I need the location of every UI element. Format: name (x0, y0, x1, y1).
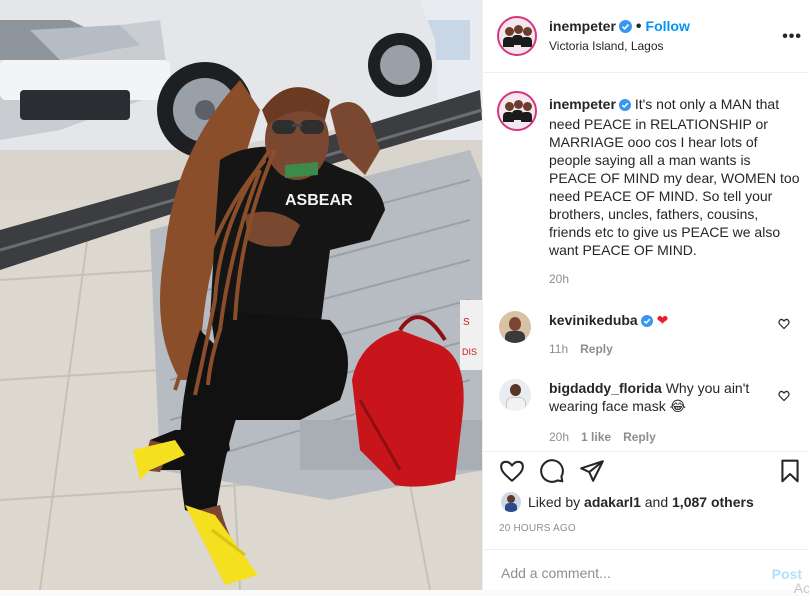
caption-avatar[interactable] (497, 91, 537, 131)
svg-text:DIS: DIS (462, 347, 477, 357)
author-avatar[interactable] (497, 16, 537, 56)
comments-list[interactable]: inempeter It's not only a MAN that need … (483, 73, 809, 451)
separator-dot: • (635, 18, 642, 35)
likes-and: and (644, 494, 669, 510)
comment-username[interactable]: kevinikeduba (549, 312, 638, 328)
comment-like-icon[interactable] (778, 389, 790, 407)
comment-text: ❤ (656, 312, 669, 328)
likes-summary: Liked by adakarl1 and 1,087 others (528, 494, 754, 510)
heart-icon[interactable] (499, 458, 525, 489)
comment-meta: 20h 1 like Reply (549, 430, 668, 444)
overflow-text: Ac (793, 580, 809, 596)
comment-avatar[interactable] (499, 379, 531, 411)
follow-button[interactable]: Follow (646, 18, 690, 34)
caption-text: It's not only a MAN that need PEACE in R… (549, 96, 800, 258)
post-actions: Liked by adakarl1 and 1,087 others 20 HO… (483, 451, 809, 534)
comment-like-icon[interactable] (778, 317, 790, 335)
verified-badge-icon (618, 97, 631, 115)
post-details-pane: inempeter • Follow Victoria Island, Lagos … (482, 0, 809, 596)
comment-input[interactable] (499, 560, 763, 586)
comment-avatar[interactable] (499, 311, 531, 343)
post-photo[interactable]: S DIS ASBEAR (0, 0, 482, 590)
shirt-print: ASBEAR (285, 192, 353, 209)
likes-count[interactable]: 1,087 others (672, 494, 754, 510)
verified-badge-icon (618, 20, 632, 38)
post-header: inempeter • Follow Victoria Island, Lagos … (483, 0, 809, 73)
more-options-button[interactable]: ••• (782, 28, 802, 46)
liked-by-user[interactable]: adakarl1 (584, 494, 641, 510)
caption-username[interactable]: inempeter (549, 96, 616, 112)
svg-text:S: S (463, 317, 470, 328)
comment-time[interactable]: 20h (549, 430, 569, 444)
post-photo-illustration: S DIS ASBEAR (0, 0, 482, 590)
verified-badge-icon (640, 313, 653, 331)
comment-item: kevinikeduba ❤ (549, 311, 774, 331)
bookmark-icon[interactable] (777, 458, 803, 489)
comment-item: bigdaddy_florida Why you ain't wearing f… (549, 379, 774, 415)
comment-likes[interactable]: 1 like (581, 430, 611, 444)
instagram-post: S DIS ASBEAR inempeter • Follow Victoria… (0, 0, 809, 596)
likes-prefix: Liked by (528, 494, 581, 510)
caption-time[interactable]: 20h (549, 272, 569, 286)
reply-button[interactable]: Reply (580, 342, 613, 356)
share-icon[interactable] (579, 458, 605, 489)
author-username[interactable]: inempeter (549, 18, 616, 34)
comment-username[interactable]: bigdaddy_florida (549, 380, 662, 396)
post-caption: inempeter It's not only a MAN that need … (549, 95, 801, 259)
add-comment-bar: Post Ac (483, 549, 809, 596)
comment-meta: 11h Reply (549, 342, 625, 356)
reply-button[interactable]: Reply (623, 430, 656, 444)
liked-by-avatar[interactable] (501, 492, 521, 512)
comment-time[interactable]: 11h (549, 342, 568, 356)
post-location[interactable]: Victoria Island, Lagos (549, 39, 664, 53)
post-timestamp[interactable]: 20 HOURS AGO (499, 523, 576, 534)
comment-icon[interactable] (539, 458, 565, 489)
